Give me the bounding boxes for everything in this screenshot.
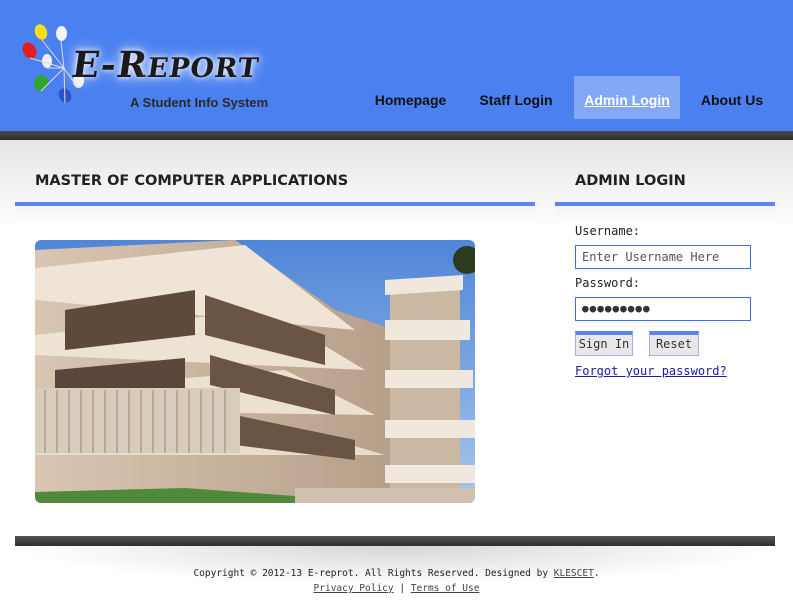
footer-links: Privacy Policy | Terms of Use	[0, 583, 793, 594]
site-header: E-REPORT A Student Info System Homepage …	[0, 0, 793, 131]
logo-title: E-REPORT	[69, 44, 262, 86]
password-input[interactable]: ●●●●●●●●●	[575, 297, 751, 321]
password-value: ●●●●●●●●●	[582, 302, 651, 315]
username-label: Username:	[575, 224, 641, 238]
designer-link[interactable]: KLESCET	[554, 568, 594, 579]
college-building-photo	[35, 240, 475, 503]
footer-separator: |	[393, 583, 411, 594]
nav-admin-login[interactable]: Admin Login	[574, 76, 680, 119]
nav-staff-login[interactable]: Staff Login	[472, 76, 560, 119]
login-title: ADMIN LOGIN	[575, 173, 686, 189]
header-divider	[0, 131, 793, 140]
forgot-password-link[interactable]: Forgot your password?	[575, 364, 727, 378]
logo-tagline: A Student Info System	[130, 95, 269, 110]
footer-shadow	[15, 546, 775, 586]
nav-about-us[interactable]: About Us	[693, 76, 771, 119]
logo-title-small: EPORT	[145, 53, 262, 84]
e-report-logo[interactable]: E-REPORT A Student Info System	[19, 20, 280, 115]
privacy-policy-link[interactable]: Privacy Policy	[314, 583, 394, 594]
footer-divider	[15, 536, 775, 546]
reset-button[interactable]: Reset	[649, 331, 699, 356]
sign-in-button[interactable]: Sign In	[575, 331, 633, 356]
building-illustration	[35, 240, 475, 503]
logo-title-big: E-R	[69, 44, 151, 86]
main-title: MASTER OF COMPUTER APPLICATIONS	[35, 173, 349, 189]
footer-copyright: Copyright © 2012-13 E-reprot. All Rights…	[0, 568, 793, 579]
nav-homepage[interactable]: Homepage	[368, 76, 453, 119]
username-input[interactable]	[575, 245, 751, 269]
terms-of-use-link[interactable]: Terms of Use	[411, 583, 480, 594]
copyright-period: .	[593, 568, 600, 579]
copyright-text: Copyright © 2012-13 E-reprot. All Rights…	[193, 568, 554, 579]
password-label: Password:	[575, 276, 641, 290]
main-title-shade	[15, 206, 535, 228]
